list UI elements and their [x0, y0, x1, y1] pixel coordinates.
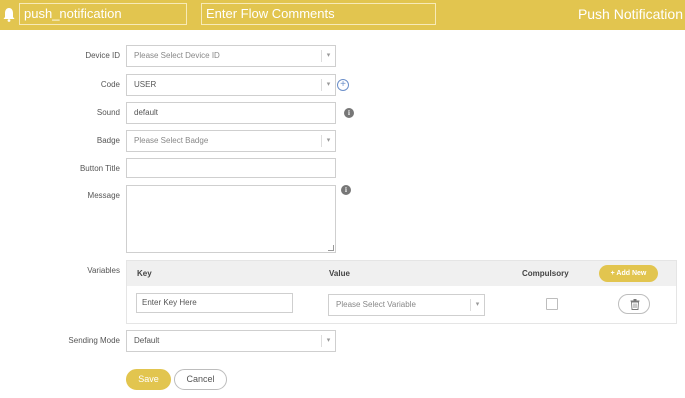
variables-table-header: Key Value Compulsory + Add New	[127, 261, 676, 286]
page-title: Push Notification	[577, 6, 683, 22]
add-new-button[interactable]: + Add New	[599, 265, 658, 282]
sound-input[interactable]: default	[126, 102, 336, 124]
sending-mode-value: Default	[134, 336, 160, 345]
value-select[interactable]: Please Select Variable ▾	[328, 294, 485, 316]
value-placeholder: Please Select Variable	[336, 300, 416, 309]
compulsory-checkbox[interactable]	[546, 298, 558, 310]
message-textarea[interactable]	[126, 185, 336, 253]
chevron-down-icon: ▾	[321, 135, 335, 147]
device-id-select[interactable]: Please Select Device ID ▾	[126, 45, 336, 67]
sending-mode-select[interactable]: Default ▾	[126, 330, 336, 352]
button-title-input[interactable]	[126, 158, 336, 178]
badge-placeholder: Please Select Badge	[134, 136, 209, 145]
code-label: Code	[100, 80, 120, 89]
save-button[interactable]: Save	[126, 369, 171, 390]
sound-label: Sound	[96, 108, 120, 117]
badge-label: Badge	[96, 136, 120, 145]
bell-icon	[3, 8, 15, 22]
column-header-value: Value	[329, 269, 350, 278]
sending-mode-label: Sending Mode	[68, 336, 120, 345]
info-icon[interactable]: i	[344, 108, 354, 118]
chevron-down-icon: ▾	[470, 299, 484, 311]
chevron-down-icon: ▾	[321, 335, 335, 347]
cancel-button[interactable]: Cancel	[174, 369, 227, 390]
chevron-down-icon: ▾	[321, 50, 335, 62]
code-select[interactable]: USER ▾	[126, 74, 336, 96]
button-title-label: Button Title	[79, 164, 120, 173]
code-value: USER	[134, 80, 157, 89]
variables-table: Key Value Compulsory + Add New Enter Key…	[126, 260, 677, 324]
trash-icon	[630, 299, 640, 310]
add-code-icon[interactable]: +	[337, 79, 349, 91]
message-label: Message	[87, 191, 120, 200]
key-input[interactable]: Enter Key Here	[136, 293, 293, 313]
chevron-down-icon: ▾	[321, 79, 335, 91]
info-icon[interactable]: i	[341, 185, 351, 195]
column-header-compulsory: Compulsory	[522, 269, 569, 278]
flow-comments-input[interactable]: Enter Flow Comments	[201, 3, 436, 25]
flow-name-input[interactable]: push_notification	[19, 3, 187, 25]
badge-select[interactable]: Please Select Badge ▾	[126, 130, 336, 152]
variables-label: Variables	[87, 266, 120, 275]
column-header-key: Key	[137, 269, 152, 278]
resize-handle-icon[interactable]	[328, 245, 334, 251]
delete-row-button[interactable]	[618, 294, 650, 314]
device-id-placeholder: Please Select Device ID	[134, 51, 220, 60]
device-id-label: Device ID	[85, 51, 120, 60]
top-bar: push_notification Enter Flow Comments Pu…	[0, 0, 685, 30]
